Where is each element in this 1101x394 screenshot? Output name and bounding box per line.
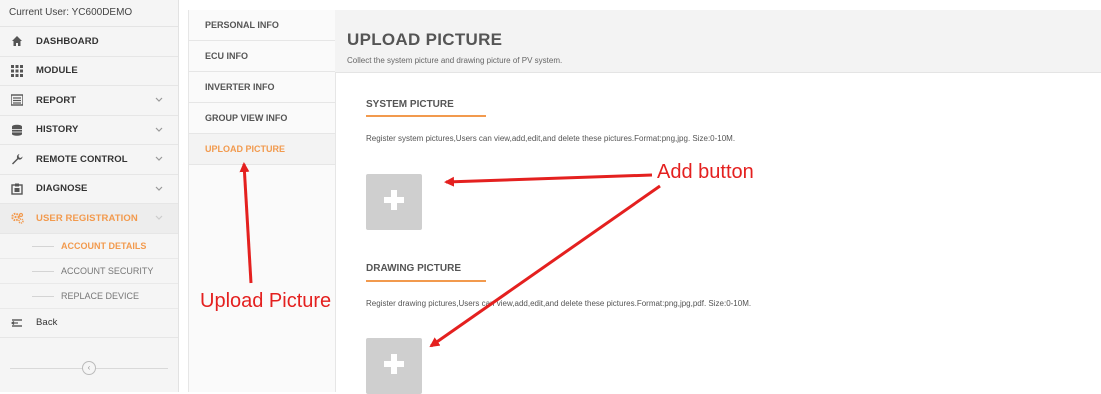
home-icon <box>10 34 24 48</box>
sidebar-item-user-registration[interactable]: USER REGISTRATION <box>0 204 178 234</box>
drawing-picture-description: Register drawing pictures,Users can view… <box>366 299 752 308</box>
report-icon <box>10 93 24 107</box>
sidebar-collapse-row: ‹ <box>0 356 178 380</box>
add-system-picture-button[interactable] <box>366 174 422 230</box>
sidebar-item-label: DIAGNOSE <box>36 183 88 195</box>
grid-icon <box>10 64 24 78</box>
sidebar: Current User: YC600DEMO DASHBOARD MODULE… <box>0 0 179 392</box>
info-tabs: PERSONAL INFO ECU INFO INVERTER INFO GRO… <box>188 10 336 392</box>
tab-upload-picture[interactable]: UPLOAD PICTURE <box>189 134 335 165</box>
drawing-picture-title: DRAWING PICTURE <box>366 263 461 274</box>
sidebar-back-button[interactable]: Back <box>0 309 178 338</box>
main-content: UPLOAD PICTURE Collect the system pictur… <box>335 10 1101 394</box>
system-picture-description: Register system pictures,Users can view,… <box>366 134 736 143</box>
section-underline <box>366 280 486 282</box>
sidebar-item-label: REMOTE CONTROL <box>36 153 128 165</box>
diagnose-icon <box>10 182 24 196</box>
tab-group-view-info[interactable]: GROUP VIEW INFO <box>189 103 335 134</box>
chevron-down-icon <box>154 154 164 164</box>
back-label: Back <box>36 317 58 329</box>
sidebar-subitem-account-details[interactable]: ACCOUNT DETAILS <box>0 234 178 259</box>
sidebar-subitem-replace-device[interactable]: REPLACE DEVICE <box>0 284 178 309</box>
sidebar-item-label: USER REGISTRATION <box>36 212 138 224</box>
current-user-label: Current User: YC600DEMO <box>0 0 178 27</box>
plus-icon <box>383 353 405 380</box>
sidebar-collapse-button[interactable]: ‹ <box>82 361 96 375</box>
sidebar-item-report[interactable]: REPORT <box>0 86 178 116</box>
wrench-icon <box>10 152 24 166</box>
back-icon <box>10 316 24 330</box>
system-picture-title: SYSTEM PICTURE <box>366 99 454 110</box>
chevron-down-icon <box>154 184 164 194</box>
chevron-down-icon <box>154 95 164 105</box>
annotation-add-button: Add button <box>657 161 754 183</box>
sidebar-subitem-account-security[interactable]: ACCOUNT SECURITY <box>0 259 178 284</box>
sidebar-item-label: MODULE <box>36 65 78 77</box>
section-underline <box>366 115 486 117</box>
database-icon <box>10 123 24 137</box>
sidebar-item-remote-control[interactable]: REMOTE CONTROL <box>0 145 178 175</box>
tab-personal-info[interactable]: PERSONAL INFO <box>189 10 335 41</box>
add-drawing-picture-button[interactable] <box>366 338 422 394</box>
chevron-down-icon <box>154 213 164 223</box>
page-subtitle: Collect the system picture and drawing p… <box>347 56 563 65</box>
sidebar-item-label: REPORT <box>36 94 77 106</box>
plus-icon <box>383 189 405 216</box>
annotation-upload-picture: Upload Picture <box>200 290 332 312</box>
sidebar-item-diagnose[interactable]: DIAGNOSE <box>0 175 178 204</box>
tab-inverter-info[interactable]: INVERTER INFO <box>189 72 335 103</box>
chevron-down-icon <box>154 125 164 135</box>
sidebar-item-label: DASHBOARD <box>36 35 99 47</box>
page-title: UPLOAD PICTURE <box>347 30 503 49</box>
tab-ecu-info[interactable]: ECU INFO <box>189 41 335 72</box>
page-header: UPLOAD PICTURE Collect the system pictur… <box>335 10 1101 73</box>
chevron-left-icon: ‹ <box>87 363 91 372</box>
gears-icon <box>10 211 24 225</box>
sidebar-item-label: HISTORY <box>36 124 79 136</box>
sidebar-item-history[interactable]: HISTORY <box>0 116 178 145</box>
sidebar-item-module[interactable]: MODULE <box>0 57 178 86</box>
sidebar-item-dashboard[interactable]: DASHBOARD <box>0 27 178 57</box>
